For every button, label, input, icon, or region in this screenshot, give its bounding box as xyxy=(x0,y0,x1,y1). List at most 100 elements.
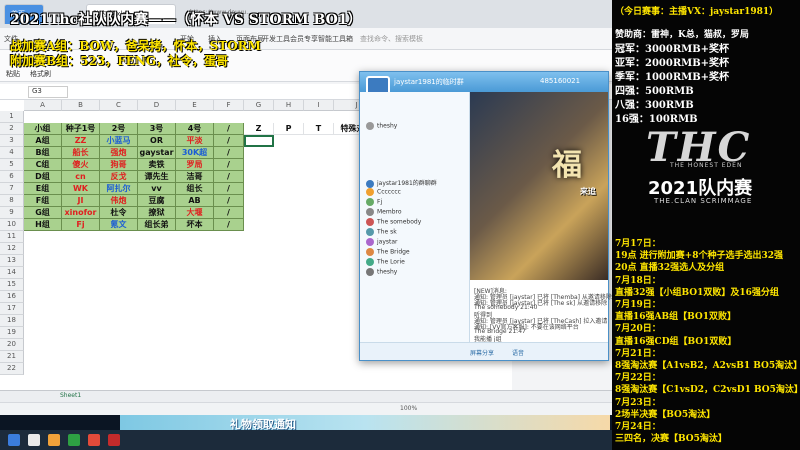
row-header[interactable]: 18 xyxy=(0,315,24,327)
row-header[interactable]: 15 xyxy=(0,279,24,291)
table-cell[interactable]: gaystar xyxy=(138,147,176,159)
tab-home[interactable]: 首页 xyxy=(4,4,44,24)
table-cell[interactable]: / xyxy=(214,159,244,171)
qq-member-item[interactable]: Membro xyxy=(366,208,402,216)
menu-insert[interactable]: 插入 xyxy=(208,34,222,44)
menu-dev[interactable]: 开发工具 xyxy=(262,34,290,44)
screen-share-button[interactable]: 屏幕分享 xyxy=(470,348,494,357)
row-header[interactable]: 9 xyxy=(0,207,24,219)
qq-member-item[interactable]: Fj xyxy=(366,198,382,206)
table-cell[interactable]: E组 xyxy=(24,183,62,195)
table-cell[interactable]: / xyxy=(214,195,244,207)
selected-cell[interactable] xyxy=(244,135,274,147)
table-cell[interactable]: 阿扎尔 xyxy=(100,183,138,195)
table-cell[interactable]: JI xyxy=(62,195,100,207)
file-explorer-icon[interactable] xyxy=(48,434,60,446)
row-header[interactable]: 7 xyxy=(0,183,24,195)
menu-tools[interactable]: 智能工具箱 xyxy=(318,34,353,44)
column-header[interactable]: G xyxy=(244,100,274,111)
qq-member-item[interactable]: The Lorie xyxy=(366,258,405,266)
table-cell[interactable]: 船长 xyxy=(62,147,100,159)
table-cell[interactable]: 平淡 xyxy=(176,135,214,147)
zoom-level[interactable]: 100% xyxy=(400,405,417,412)
search-icon[interactable] xyxy=(28,434,40,446)
sheet-tab[interactable]: Sheet1 xyxy=(60,392,81,399)
windows-start-icon[interactable] xyxy=(8,434,20,446)
table-cell[interactable]: 洁哥 xyxy=(176,171,214,183)
table-cell[interactable]: F组 xyxy=(24,195,62,207)
row-header[interactable]: 16 xyxy=(0,291,24,303)
tab-spreadsheet[interactable]: 队内赛.xlsx xyxy=(86,4,176,24)
paste-button[interactable]: 粘贴 xyxy=(6,69,20,79)
header-cell[interactable]: 3号 xyxy=(138,123,176,135)
table-cell[interactable]: G组 xyxy=(24,207,62,219)
header-cell[interactable]: T xyxy=(304,123,334,135)
table-cell[interactable]: 罗局 xyxy=(176,159,214,171)
table-cell[interactable]: 谭先生 xyxy=(138,171,176,183)
menu-home[interactable]: 开始 xyxy=(180,34,194,44)
cell-reference-box[interactable]: G3 xyxy=(28,86,68,98)
table-cell[interactable]: cn xyxy=(62,171,100,183)
format-painter-button[interactable]: 格式刷 xyxy=(30,69,51,79)
table-cell[interactable]: / xyxy=(214,135,244,147)
table-cell[interactable]: / xyxy=(214,183,244,195)
command-search[interactable]: 查找命令、搜索模板 xyxy=(360,34,423,44)
header-cell[interactable]: 4号 xyxy=(176,123,214,135)
row-header[interactable]: 10 xyxy=(0,219,24,231)
table-cell[interactable]: OR xyxy=(138,135,176,147)
row-header[interactable]: 11 xyxy=(0,231,24,243)
table-cell[interactable]: 氪文 xyxy=(100,219,138,231)
row-header[interactable]: 13 xyxy=(0,255,24,267)
row-header[interactable]: 12 xyxy=(0,243,24,255)
table-cell[interactable]: 组长 xyxy=(176,183,214,195)
table-cell[interactable]: vv xyxy=(138,183,176,195)
row-header[interactable]: 19 xyxy=(0,327,24,339)
row-header[interactable]: 22 xyxy=(0,363,24,375)
game-icon[interactable] xyxy=(108,434,120,446)
table-cell[interactable]: / xyxy=(214,219,244,231)
header-cell[interactable]: / xyxy=(214,123,244,135)
qq-top-member[interactable]: theshy xyxy=(366,122,397,130)
row-header[interactable]: 2 xyxy=(0,123,24,135)
table-cell[interactable]: 撩狱 xyxy=(138,207,176,219)
column-header[interactable]: A xyxy=(24,100,62,111)
table-cell[interactable]: WK xyxy=(62,183,100,195)
address-bar[interactable]: https://www.douyu... xyxy=(190,9,252,16)
qq-member-item[interactable]: The somebody xyxy=(366,218,421,226)
table-cell[interactable]: Fj xyxy=(62,219,100,231)
table-cell[interactable]: D组 xyxy=(24,171,62,183)
column-header[interactable]: B xyxy=(62,100,100,111)
table-cell[interactable]: A组 xyxy=(24,135,62,147)
table-cell[interactable]: 反戈 xyxy=(100,171,138,183)
row-header[interactable]: 20 xyxy=(0,339,24,351)
table-cell[interactable]: xinofor xyxy=(62,207,100,219)
wps-icon[interactable] xyxy=(88,434,100,446)
table-cell[interactable]: 卖铁 xyxy=(138,159,176,171)
qq-member-item[interactable]: The sk xyxy=(366,228,397,236)
row-header[interactable]: 8 xyxy=(0,195,24,207)
header-cell[interactable]: P xyxy=(274,123,304,135)
table-cell[interactable]: B组 xyxy=(24,147,62,159)
table-cell[interactable]: AB xyxy=(176,195,214,207)
table-cell[interactable]: 小蓝马 xyxy=(100,135,138,147)
qq-member-item[interactable]: jaystar xyxy=(366,238,398,246)
table-cell[interactable]: 组长弟 xyxy=(138,219,176,231)
header-cell[interactable]: 种子1号 xyxy=(62,123,100,135)
table-cell[interactable]: / xyxy=(214,171,244,183)
qq-ad-banner[interactable]: 福 来追 xyxy=(470,92,608,280)
table-cell[interactable]: 狗哥 xyxy=(100,159,138,171)
table-cell[interactable]: / xyxy=(214,147,244,159)
column-header[interactable]: D xyxy=(138,100,176,111)
voice-button[interactable]: 语音 xyxy=(512,348,524,357)
column-header[interactable]: E xyxy=(176,100,214,111)
header-cell[interactable]: 2号 xyxy=(100,123,138,135)
table-cell[interactable]: / xyxy=(214,207,244,219)
table-cell[interactable]: 坏本 xyxy=(176,219,214,231)
qq-member-item[interactable]: jaystar1981的群聊群 xyxy=(366,178,437,188)
row-header[interactable]: 3 xyxy=(0,135,24,147)
table-cell[interactable]: 30K超 xyxy=(176,147,214,159)
table-cell[interactable]: 伟炮 xyxy=(100,195,138,207)
menu-member[interactable]: 会员专享 xyxy=(290,34,318,44)
column-header[interactable]: H xyxy=(274,100,304,111)
qq-member-item[interactable]: Ccccccc xyxy=(366,188,401,196)
